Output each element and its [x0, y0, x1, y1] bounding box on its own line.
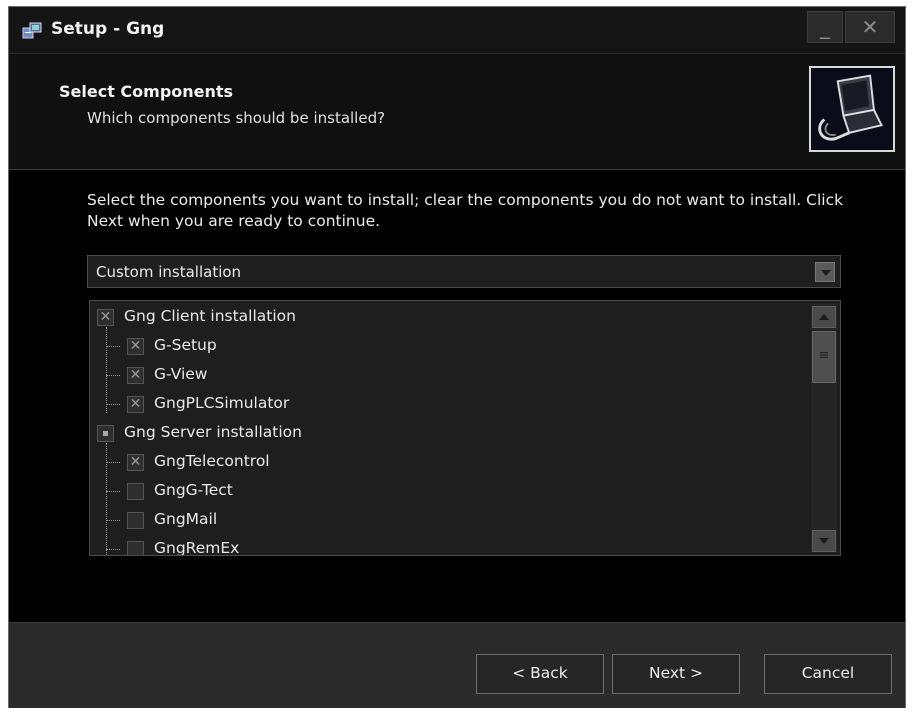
computer-install-icon [809, 66, 895, 152]
tree-branch-line [106, 404, 120, 405]
page-title: Select Components [59, 82, 234, 101]
component-checkbox[interactable] [127, 512, 144, 529]
scroll-thumb[interactable]: ≡ [812, 331, 836, 383]
minimize-button[interactable]: _ [807, 11, 843, 43]
tree-branch-line [106, 346, 120, 347]
component-label: Gng Server installation [124, 423, 302, 441]
page-subtitle: Which components should be installed? [87, 109, 386, 127]
component-checkbox[interactable]: ✕ [127, 396, 144, 413]
wizard-header: Select Components Which components shoul… [9, 54, 905, 170]
components-scrollbar[interactable]: ≡ [811, 304, 837, 552]
component-label: GngPLCSimulator [154, 394, 290, 412]
wizard-footer: < Back Next > Cancel [9, 622, 905, 708]
next-button[interactable]: Next > [612, 654, 740, 694]
component-item[interactable]: GngMail [90, 506, 810, 534]
component-checkbox[interactable]: ✕ [97, 309, 114, 326]
component-label: GngRemEx [154, 539, 240, 556]
close-button[interactable]: ✕ [845, 11, 895, 43]
component-checkbox[interactable]: ✕ [127, 338, 144, 355]
tree-branch-line [106, 520, 120, 521]
tree-branch-line [106, 375, 120, 376]
component-label: GngTelecontrol [154, 452, 270, 470]
component-label: GngMail [154, 510, 218, 528]
installation-type-dropdown[interactable]: Custom installation [87, 255, 841, 288]
window-title: Setup - Gng [51, 19, 165, 39]
cancel-button[interactable]: Cancel [764, 654, 892, 694]
component-label: G-View [154, 365, 208, 383]
scroll-down-button[interactable] [812, 530, 836, 552]
setup-window: Setup - Gng _ ✕ Select Components Which … [8, 6, 906, 708]
tree-branch-line [106, 549, 120, 550]
installation-type-value: Custom installation [96, 263, 242, 281]
back-button[interactable]: < Back [476, 654, 604, 694]
setup-app-icon [22, 22, 42, 39]
component-label: GngG-Tect [154, 481, 233, 499]
components-tree[interactable]: ✕ Gng Client installation ✕ G-Setup ✕ G-… [89, 300, 841, 556]
component-label: G-Setup [154, 336, 217, 354]
component-label: Gng Client installation [124, 307, 296, 325]
component-item[interactable]: GngG-Tect [90, 477, 810, 505]
component-checkbox[interactable] [127, 541, 144, 555]
tree-branch-line [106, 491, 120, 492]
instructions-text: Select the components you want to instal… [87, 191, 844, 230]
title-bar[interactable]: Setup - Gng _ ✕ [9, 7, 905, 54]
component-item[interactable]: ✕ GngPLCSimulator [90, 390, 810, 418]
component-checkbox[interactable]: ✕ [127, 454, 144, 471]
tree-branch-line [106, 462, 120, 463]
wizard-content: Select the components you want to instal… [9, 170, 905, 622]
component-item[interactable]: ✕ GngTelecontrol [90, 448, 810, 476]
chevron-down-icon[interactable] [815, 262, 835, 282]
component-item[interactable]: Gng Server installation [90, 419, 810, 447]
component-checkbox[interactable] [127, 483, 144, 500]
component-item[interactable]: ✕ Gng Client installation [90, 303, 810, 331]
component-item[interactable]: ✕ G-Setup [90, 332, 810, 360]
component-checkbox[interactable] [97, 425, 114, 442]
scroll-up-button[interactable] [812, 306, 836, 328]
component-item[interactable]: GngRemEx [90, 535, 810, 556]
component-checkbox[interactable]: ✕ [127, 367, 144, 384]
component-item[interactable]: ✕ G-View [90, 361, 810, 389]
